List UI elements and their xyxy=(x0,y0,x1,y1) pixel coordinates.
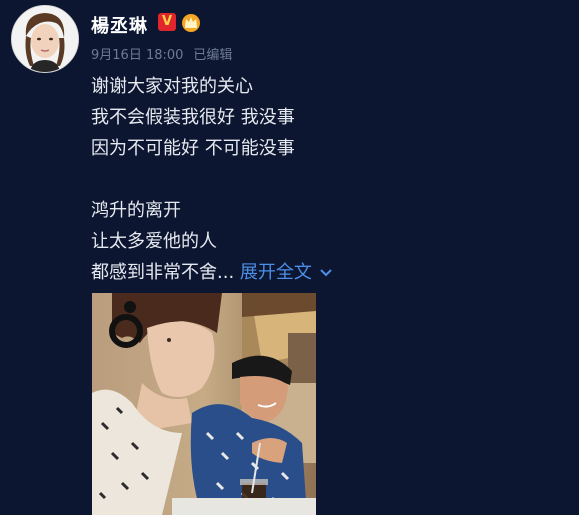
vip-crown-icon[interactable] xyxy=(180,12,202,32)
post-meta: 9月16日 18:00 已编辑 xyxy=(91,44,232,63)
expand-full-text-link[interactable]: 展开全文 xyxy=(240,262,332,283)
post-text-line: 我不会假装我很好 我没事 xyxy=(91,107,295,128)
post-photo[interactable] xyxy=(92,293,316,515)
author-name[interactable]: 楊丞琳 xyxy=(91,12,148,38)
post-text-line: 鸿升的离开 xyxy=(91,200,181,221)
weibo-post: 楊丞琳 V 9月16日 18:00 已编辑 谢谢大家对我的关心 我不会假装我很好 … xyxy=(0,0,579,515)
avatar-image xyxy=(12,6,78,72)
expand-label[interactable]: 展开全文 xyxy=(240,262,312,283)
post-text-line: 让太多爱他的人 xyxy=(91,231,217,252)
post-text-last-line: 都感到非常不舍... 展开全文 xyxy=(91,258,332,284)
post-timestamp[interactable]: 9月16日 18:00 xyxy=(91,48,183,63)
verified-v-icon[interactable]: V xyxy=(158,13,176,31)
avatar[interactable] xyxy=(11,5,79,73)
post-text-line: 都感到非常不舍... xyxy=(91,262,235,283)
chevron-down-icon[interactable] xyxy=(320,269,332,277)
post-text-line: 谢谢大家对我的关心 xyxy=(91,76,253,97)
photo-thumbnail xyxy=(92,293,316,515)
post-text-line: 因为不可能好 不可能没事 xyxy=(91,138,295,159)
edited-label: 已编辑 xyxy=(193,48,233,63)
